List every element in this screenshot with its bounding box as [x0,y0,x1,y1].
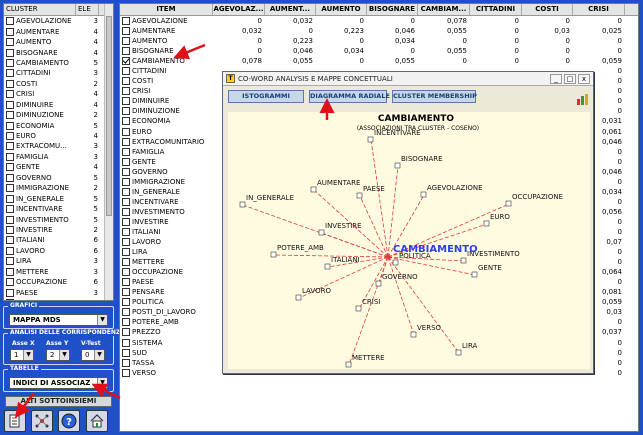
arrow-to-cambiamento-row [173,43,206,60]
arrow-to-document-button [14,392,35,418]
annotation-arrows [14,43,335,418]
arrow-to-tabelle-select [91,383,121,400]
